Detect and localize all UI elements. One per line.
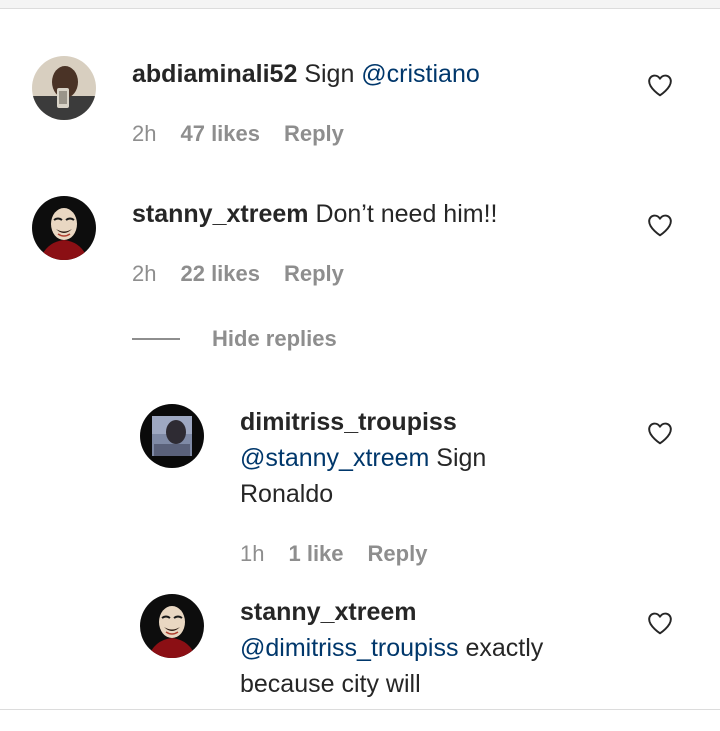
avatar[interactable] xyxy=(32,56,96,120)
likes-count[interactable]: 1 like xyxy=(288,540,343,568)
photo-avatar-icon xyxy=(140,404,204,468)
mention-link[interactable]: @cristiano xyxy=(361,60,479,88)
heart-outline-icon[interactable] xyxy=(647,421,673,445)
hide-replies-label: Hide replies xyxy=(212,326,337,351)
mention-link[interactable]: @dimitriss_troupiss xyxy=(240,634,458,662)
bottom-divider xyxy=(0,709,720,731)
top-divider xyxy=(0,0,720,9)
person-photo-avatar-icon xyxy=(32,56,96,120)
username[interactable]: stanny_xtreem xyxy=(132,200,308,228)
hide-replies-button[interactable]: Hide replies xyxy=(132,326,337,352)
mask-avatar-icon xyxy=(140,594,204,658)
heart-outline-icon[interactable] xyxy=(647,213,673,237)
heart-outline-icon[interactable] xyxy=(647,73,673,97)
reply-text: stanny_xtreem @dimitriss_troupiss exactl… xyxy=(240,594,543,702)
reply-text: dimitriss_troupiss @stanny_xtreem Sign R… xyxy=(240,404,486,512)
reply-button[interactable]: Reply xyxy=(284,120,344,148)
reply-button[interactable]: Reply xyxy=(284,260,344,288)
avatar[interactable] xyxy=(140,594,204,658)
timestamp: 1h xyxy=(240,541,265,566)
comment-text: stanny_xtreem Don’t need him!! xyxy=(132,196,497,232)
comment-body: Don’t need him!! xyxy=(315,200,498,228)
username[interactable]: dimitriss_troupiss xyxy=(240,404,486,440)
likes-count[interactable]: 22 likes xyxy=(180,260,260,288)
mention-link[interactable]: @stanny_xtreem xyxy=(240,444,429,472)
reply-meta: 1h 1 like Reply xyxy=(240,540,451,568)
likes-count[interactable]: 47 likes xyxy=(180,120,260,148)
username[interactable]: abdiaminali52 xyxy=(132,60,297,88)
reply-body-continued: Ronaldo xyxy=(240,480,334,508)
reply-body-continued: because city will xyxy=(240,670,421,698)
timestamp: 2h xyxy=(132,261,157,286)
mask-avatar-icon xyxy=(32,196,96,260)
timestamp: 2h xyxy=(132,121,157,146)
comment-meta: 2h 22 likes Reply xyxy=(132,260,368,288)
reply-body: exactly xyxy=(465,634,544,662)
username[interactable]: stanny_xtreem xyxy=(240,594,543,630)
divider-line xyxy=(132,338,180,340)
heart-outline-icon[interactable] xyxy=(647,611,673,635)
comment-text: abdiaminali52 Sign @cristiano xyxy=(132,56,480,92)
comment-meta: 2h 47 likes Reply xyxy=(132,120,368,148)
avatar[interactable] xyxy=(140,404,204,468)
comment-body: Sign xyxy=(304,60,362,88)
reply-button[interactable]: Reply xyxy=(368,540,428,568)
reply-body: Sign xyxy=(436,444,487,472)
avatar[interactable] xyxy=(32,196,96,260)
